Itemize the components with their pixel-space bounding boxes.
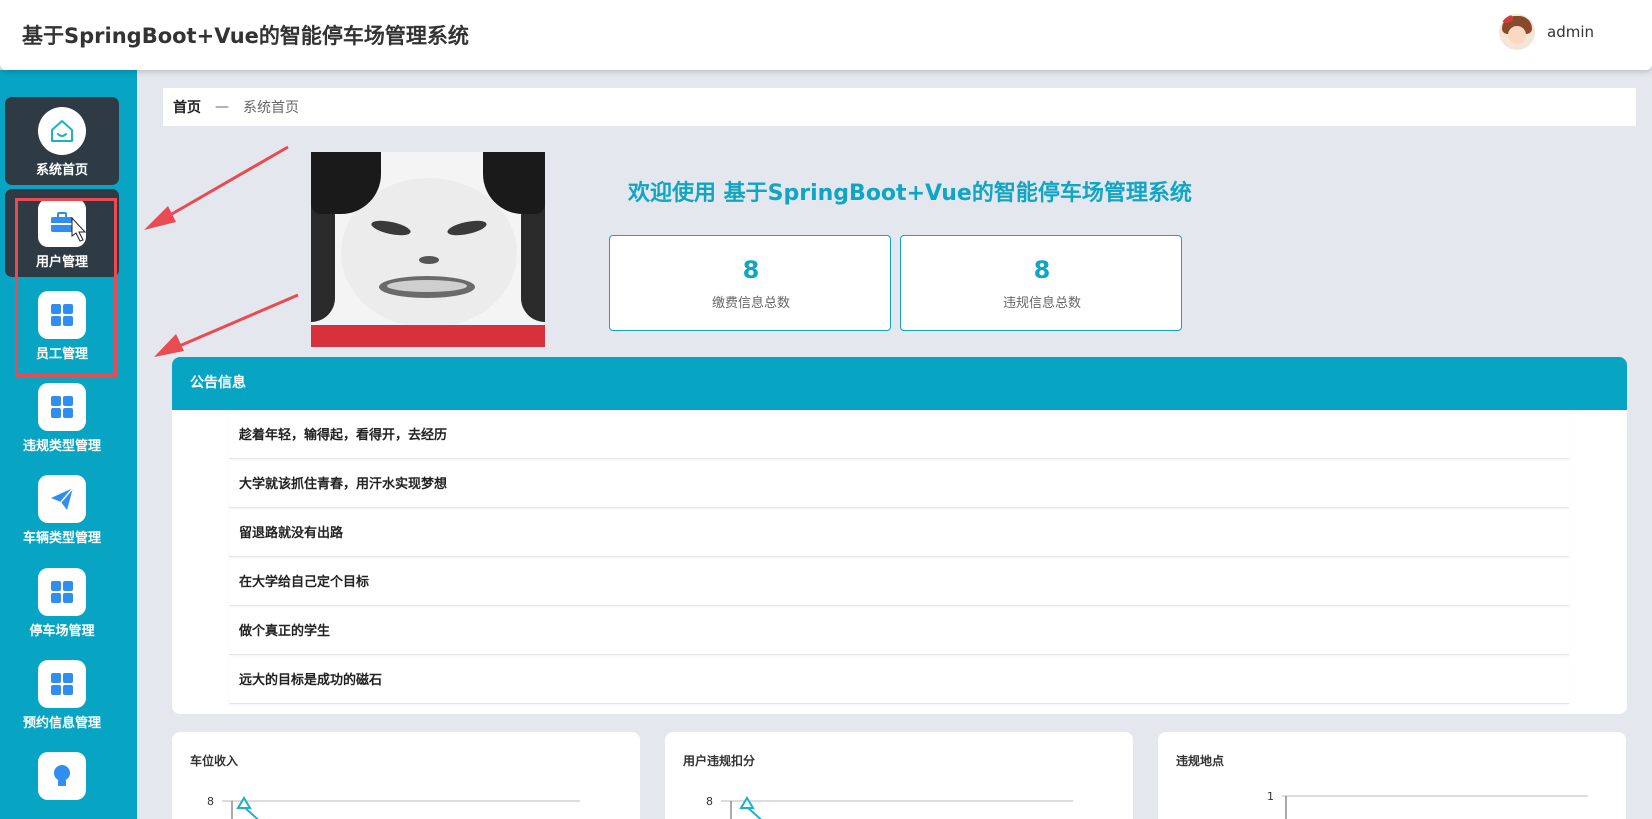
chart-card-violation-locations: 违规地点 1 <box>1158 732 1626 819</box>
sidebar-item-label: 系统首页 <box>35 163 88 178</box>
sidebar-item-more[interactable] <box>5 742 119 819</box>
notice-title: 公告信息 <box>172 357 1627 410</box>
y-tick-label: 8 <box>706 795 713 808</box>
y-tick-label: 8 <box>207 795 214 808</box>
sidebar-item-label: 车辆类型管理 <box>22 531 101 546</box>
breadcrumb-home[interactable]: 首页 <box>173 97 201 117</box>
sidebar-item-vehicle-types[interactable]: 车辆类型管理 <box>5 465 119 553</box>
top-header: 基于SpringBoot+Vue的智能停车场管理系统 admin <box>0 0 1652 70</box>
paper-plane-icon <box>38 475 86 523</box>
notice-item[interactable]: 趁着年轻，输得起，看得开，去经历 <box>229 410 1569 459</box>
sidebar-item-reservations[interactable]: 预约信息管理 <box>5 650 119 738</box>
stat-card-payments: 8 缴费信息总数 <box>609 235 891 331</box>
app-title: 基于SpringBoot+Vue的智能停车场管理系统 <box>22 24 469 48</box>
sidebar-item-violation-types[interactable]: 违规类型管理 <box>5 373 119 461</box>
welcome-image <box>311 152 545 347</box>
stat-card-violations: 8 违规信息总数 <box>900 235 1182 331</box>
notice-item[interactable]: 留退路就没有出路 <box>229 508 1569 557</box>
data-point-marker <box>739 796 755 809</box>
stat-value: 8 <box>742 256 760 284</box>
stat-label: 违规信息总数 <box>1002 296 1081 311</box>
stat-label: 缴费信息总数 <box>711 296 790 311</box>
grid-icon <box>38 660 86 708</box>
sidebar: 系统首页 用户管理 员工管理 违规类型管理 车辆类型管理 停车场管理 预约信息管… <box>0 70 137 819</box>
chart-plot: 1 <box>1267 790 1588 819</box>
notice-item[interactable]: 在大学给自己定个目标 <box>229 557 1569 606</box>
notice-panel: 公告信息 趁着年轻，输得起，看得开，去经历 大学就该抓住青春，用汗水实现梦想 留… <box>172 357 1627 714</box>
sidebar-item-home[interactable]: 系统首页 <box>5 97 119 185</box>
notice-item[interactable]: 大学就该抓住青春，用汗水实现梦想 <box>229 459 1569 508</box>
sidebar-item-label: 停车场管理 <box>29 624 95 639</box>
sidebar-item-label: 预约信息管理 <box>22 716 101 731</box>
avatar-bow <box>1501 14 1513 23</box>
annotation-highlight-box <box>15 198 117 377</box>
breadcrumb-separator: — <box>215 99 229 115</box>
chart-plot: 8 <box>706 795 1073 819</box>
welcome-text: 欢迎使用 基于SpringBoot+Vue的智能停车场管理系统 <box>628 181 1192 206</box>
chart-card-violation-points: 用户违规扣分 8 <box>665 732 1133 819</box>
notice-item[interactable]: 远大的目标是成功的磁石 <box>229 655 1569 704</box>
home-icon <box>38 107 86 155</box>
sidebar-item-label: 违规类型管理 <box>22 439 101 454</box>
breadcrumb: 首页 — 系统首页 <box>163 88 1636 126</box>
sidebar-item-parking-lots[interactable]: 停车场管理 <box>5 558 119 646</box>
y-tick-label: 1 <box>1267 790 1274 803</box>
data-point-marker <box>236 796 252 809</box>
grid-icon <box>38 383 86 431</box>
username[interactable]: admin <box>1547 23 1594 41</box>
stat-value: 8 <box>1033 256 1051 284</box>
grid-icon <box>38 568 86 616</box>
user-menu[interactable]: admin <box>1499 14 1594 50</box>
chart-plot: 8 <box>207 795 580 819</box>
lightbulb-icon <box>38 752 86 800</box>
notice-item[interactable]: 做个真正的学生 <box>229 606 1569 655</box>
breadcrumb-current: 系统首页 <box>243 100 299 116</box>
avatar-face <box>1508 26 1526 44</box>
chart-card-parking-income: 车位收入 8 <box>172 732 640 819</box>
avatar[interactable] <box>1499 14 1535 50</box>
